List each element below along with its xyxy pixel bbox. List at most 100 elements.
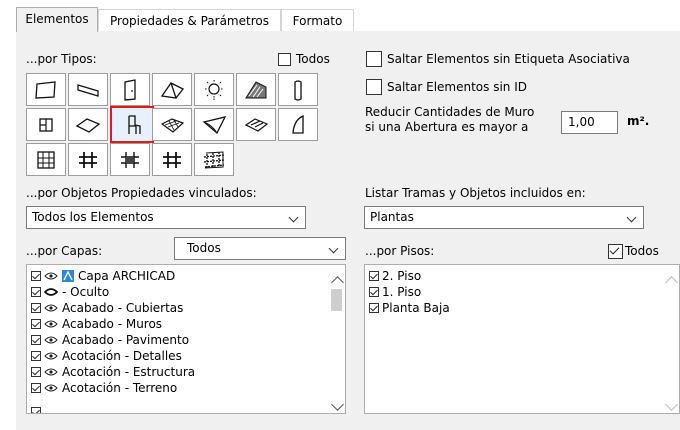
scroll-up-icon[interactable]: [331, 276, 344, 289]
reduce-value-input[interactable]: 1,00: [561, 111, 618, 134]
chevron-down-icon: [328, 243, 339, 254]
layers-label: ...por Capas:: [26, 244, 103, 258]
column-tool-icon: [294, 79, 302, 101]
layers-list[interactable]: Capa ARCHICAD - Oculto Acabado - Cubiert…: [26, 264, 346, 414]
door-tool-icon: [124, 78, 136, 101]
list-item[interactable]: Acotación - Estructura: [31, 364, 195, 380]
beam-tool-button[interactable]: [68, 73, 108, 106]
layer-name: Acabado - Pavimento: [62, 333, 190, 347]
linked-props-value: Todos los Elementos: [32, 210, 154, 224]
list-item[interactable]: Acotación - Terreno: [31, 380, 177, 396]
layer-name: Acabado - Cubiertas: [62, 301, 184, 315]
tab-elementos[interactable]: Elementos: [16, 7, 98, 32]
stories-all-checkbox[interactable]: [608, 244, 623, 259]
tab-formato[interactable]: Formato: [281, 9, 354, 31]
object-tool-icon: [128, 114, 141, 134]
skip-no-label-text: Saltar Elementos sin Etiqueta Asociativa: [387, 52, 630, 66]
scroll-down-icon[interactable]: [665, 398, 678, 411]
beam-tool-icon: [77, 83, 99, 97]
checkbox-checked-icon: [31, 303, 41, 313]
list-item[interactable]: Acotación - Detalles: [31, 348, 182, 364]
skylight-tool-icon: [75, 117, 101, 133]
list-item[interactable]: - Oculto: [31, 284, 109, 300]
object-tool-button[interactable]: [110, 106, 154, 143]
frame-tool-button[interactable]: [110, 143, 150, 176]
checkbox-checked-icon: [31, 383, 41, 393]
morph-tool-icon: [160, 117, 185, 133]
accessory-tool-icon: [203, 150, 225, 168]
checkbox-checked-icon: [31, 319, 41, 329]
shell-tool-icon: [202, 115, 227, 134]
list-included-value: Plantas: [370, 210, 414, 224]
checkbox-checked-icon: [31, 335, 41, 345]
eye-icon: [44, 352, 58, 360]
skip-no-id-checkbox[interactable]: [366, 79, 382, 95]
panel-tool-icon: [163, 151, 181, 168]
skylight-tool-button[interactable]: [68, 108, 108, 141]
scroll-down-icon[interactable]: [331, 398, 344, 411]
slab-tool-icon: [35, 80, 56, 99]
list-item-partial: [31, 404, 44, 413]
story-name: Planta Baja: [382, 301, 450, 315]
window-tool-button[interactable]: [278, 108, 318, 141]
layer-name: Acabado - Muros: [62, 317, 163, 331]
slab-tool-button[interactable]: [26, 73, 66, 106]
list-item[interactable]: 1. Piso: [369, 284, 421, 300]
accessory-tool-button[interactable]: [194, 143, 234, 176]
layer-name: Acotación - Estructura: [62, 365, 196, 379]
skip-no-id-text: Saltar Elementos sin ID: [387, 80, 527, 94]
column-tool-button[interactable]: [278, 73, 318, 106]
mesh-tool-icon: [245, 80, 267, 98]
panel-tool-button[interactable]: [152, 143, 192, 176]
list-included-select[interactable]: Plantas: [364, 206, 644, 229]
zone-tool-icon: [39, 117, 53, 132]
list-item[interactable]: Acabado - Muros: [31, 316, 162, 332]
reduce-unit-label: m².: [627, 114, 650, 128]
shell-tool-button[interactable]: [194, 108, 234, 141]
list-item[interactable]: Acabado - Cubiertas: [31, 300, 183, 316]
eye-icon: [44, 368, 58, 376]
curtain-wall-tool-button[interactable]: [26, 143, 66, 176]
layer-name: Acotación - Terreno: [62, 381, 178, 395]
reduce-line1-text: Reducir Cantidades de Muro: [365, 105, 535, 119]
layer-name: Capa ARCHICAD: [78, 269, 176, 283]
linked-props-select[interactable]: Todos los Elementos: [26, 206, 306, 229]
lamp-tool-button[interactable]: [194, 73, 234, 106]
layers-scrollbar[interactable]: [328, 265, 345, 413]
list-item[interactable]: Acabado - Pavimento: [31, 332, 189, 348]
list-item[interactable]: Planta Baja: [369, 300, 450, 316]
types-all-checkbox[interactable]: [278, 53, 291, 66]
frame-tool-icon: [121, 151, 139, 168]
stories-label: ...por Pisos:: [365, 244, 435, 258]
scroll-thumb[interactable]: [331, 289, 342, 311]
curtain-wall-tool-icon: [37, 150, 55, 169]
layers-filter-select[interactable]: Todos: [174, 237, 346, 260]
list-included-label: Listar Tramas y Objetos incluidos en:: [365, 186, 586, 200]
mesh-tool-button[interactable]: [236, 73, 276, 106]
by-types-label: ...por Tipos:: [26, 52, 97, 66]
stories-list[interactable]: 2. Piso 1. Piso Planta Baja: [364, 264, 680, 414]
layer-name: Acotación - Detalles: [62, 349, 182, 363]
tab-propiedades-parametros[interactable]: Propiedades & Parámetros: [98, 9, 281, 31]
eye-icon: [44, 304, 58, 312]
reduce-line2-text: si una Abertura es mayor a: [365, 120, 529, 134]
stories-all-label: Todos: [625, 244, 659, 258]
lamp-tool-icon: [205, 79, 223, 100]
checkbox-checked-icon: [31, 351, 41, 361]
hidden-eye-icon: [44, 288, 58, 296]
morph-tool-button[interactable]: [152, 108, 192, 141]
zone-tool-button[interactable]: [26, 108, 66, 141]
roof-tool-button[interactable]: [152, 73, 192, 106]
stair-tool-button[interactable]: [236, 108, 276, 141]
skip-no-label-checkbox[interactable]: [366, 51, 382, 67]
door-tool-button[interactable]: [110, 73, 150, 106]
railing-tool-button[interactable]: [68, 143, 108, 176]
archicad-layer-icon: [62, 270, 74, 282]
scroll-up-icon[interactable]: [665, 276, 678, 289]
eye-icon: [44, 336, 58, 344]
list-item[interactable]: Capa ARCHICAD: [31, 268, 175, 284]
story-name: 1. Piso: [382, 285, 422, 299]
checkbox-checked-icon: [31, 271, 41, 281]
list-item[interactable]: 2. Piso: [369, 268, 421, 284]
stories-scrollbar[interactable]: [662, 265, 679, 413]
